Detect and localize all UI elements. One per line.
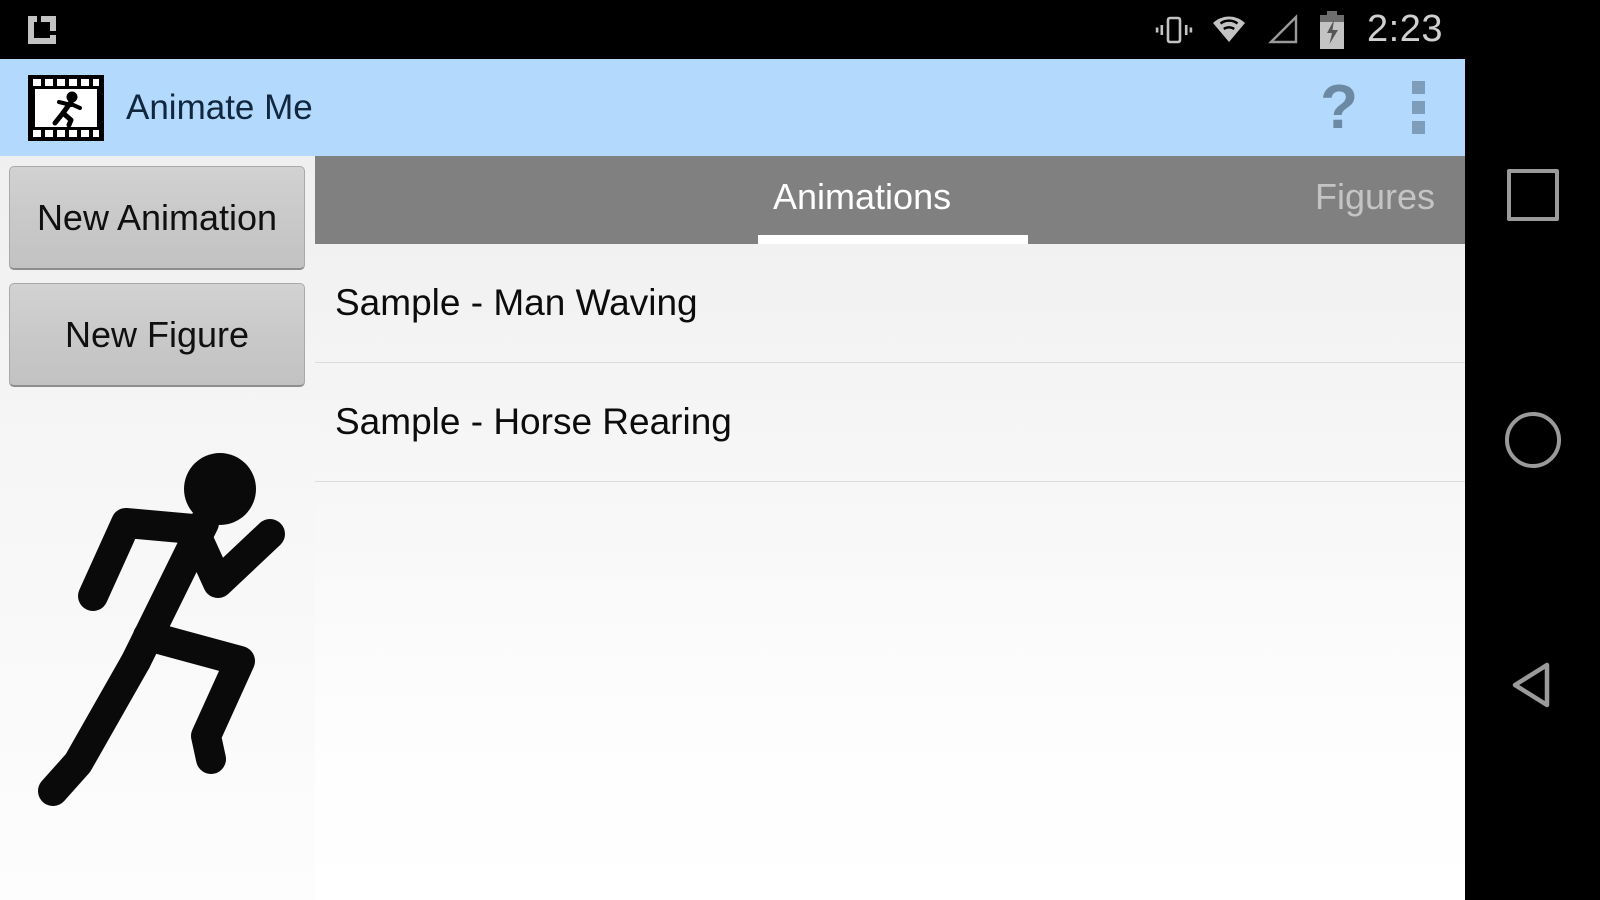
running-stick-figure-illustration <box>38 453 285 806</box>
overflow-dot <box>1412 121 1425 134</box>
back-button[interactable] <box>1465 635 1600 735</box>
new-figure-button[interactable]: New Figure <box>9 283 305 387</box>
list-item-label: Sample - Horse Rearing <box>335 401 732 442</box>
triangle-back-icon <box>1512 662 1549 708</box>
overflow-dot <box>1412 101 1425 114</box>
app-notification-icon <box>28 15 56 44</box>
square-icon <box>1506 169 1559 221</box>
wifi-icon <box>1213 16 1246 42</box>
tab-figures[interactable]: Figures <box>1315 176 1435 218</box>
app-title: Animate Me <box>126 87 313 127</box>
list-item-label: Sample - Man Waving <box>335 282 698 323</box>
action-bar-actions: ? <box>1286 76 1465 139</box>
tab-animations[interactable]: Animations <box>773 176 951 218</box>
status-bar-right: 2:23 <box>1155 8 1465 51</box>
vibrate-icon <box>1155 16 1193 43</box>
signal-no-service-icon <box>1268 13 1298 43</box>
home-button[interactable] <box>1465 390 1600 490</box>
overflow-dot <box>1412 81 1425 94</box>
app-icon <box>28 74 104 141</box>
navigation-bar <box>1465 0 1600 900</box>
phone-screenshot: 2:23 Animate Me ? New Animation New Figu… <box>0 0 1600 900</box>
help-question-icon[interactable]: ? <box>1286 76 1392 139</box>
circle-icon <box>1504 412 1561 468</box>
animations-list: Sample - Man Waving Sample - Horse Reari… <box>315 244 1465 482</box>
content-pane: Animations Figures Sample - Man Waving S… <box>315 156 1465 900</box>
tab-bar: Animations Figures <box>315 156 1465 244</box>
new-animation-button[interactable]: New Animation <box>9 166 305 270</box>
status-bar: 2:23 <box>0 0 1465 59</box>
tab-selected-indicator <box>758 235 1028 244</box>
status-bar-left <box>0 10 62 50</box>
action-bar: Animate Me ? <box>0 59 1465 156</box>
overflow-menu-icon[interactable] <box>1392 81 1465 134</box>
app-body: New Animation New Figure Animations Figu… <box>0 156 1465 900</box>
film-strip-running-figure-icon <box>28 74 104 141</box>
status-bar-clock: 2:23 <box>1367 8 1443 50</box>
device-screen: 2:23 Animate Me ? New Animation New Figu… <box>0 0 1465 900</box>
recents-button[interactable] <box>1465 145 1600 245</box>
list-item[interactable]: Sample - Horse Rearing <box>315 363 1465 482</box>
list-item[interactable]: Sample - Man Waving <box>315 244 1465 363</box>
sidebar: New Animation New Figure <box>0 156 315 900</box>
battery-charging-icon <box>1320 10 1345 49</box>
